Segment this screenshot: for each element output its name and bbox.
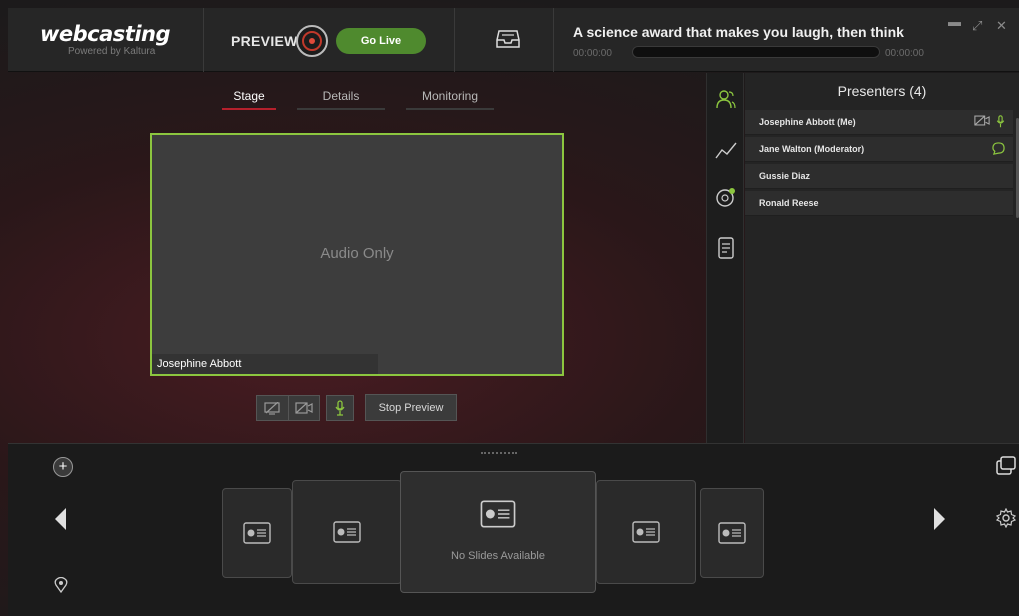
camera-off-icon[interactable] xyxy=(287,396,319,420)
next-slide-icon[interactable] xyxy=(934,508,945,530)
stage-video-area: Audio Only Josephine Abbott xyxy=(150,133,564,376)
mic-icon[interactable] xyxy=(996,115,1005,128)
presenter-name-tag: Josephine Abbott xyxy=(152,354,378,374)
logo-subtitle: Powered by Kaltura xyxy=(68,46,156,57)
side-icon-strip xyxy=(706,73,744,443)
chat-icon[interactable] xyxy=(715,187,737,209)
presenter-row[interactable]: Ronald Reese xyxy=(745,191,1013,216)
webcasting-app: webcasting Powered by Kaltura PREVIEW Go… xyxy=(0,0,1019,616)
close-icon[interactable]: ✕ xyxy=(996,18,1007,34)
presenters-title: Presenters (4) xyxy=(837,83,927,99)
header-divider xyxy=(553,8,554,72)
mic-icon[interactable] xyxy=(326,395,354,421)
camera-off-icon[interactable] xyxy=(974,115,990,126)
slide-thumbnail[interactable] xyxy=(596,480,696,584)
audio-only-label: Audio Only xyxy=(320,245,394,262)
settings-icon[interactable] xyxy=(996,508,1016,528)
preview-label: PREVIEW xyxy=(231,33,298,49)
presenter-name: Ronald Reese xyxy=(759,198,819,208)
analytics-icon[interactable] xyxy=(715,139,737,161)
slide-placeholder-icon xyxy=(718,522,746,544)
slide-current[interactable]: No Slides Available xyxy=(400,471,596,593)
event-progress-bar xyxy=(632,46,880,58)
screen-share-off-icon[interactable] xyxy=(257,396,288,420)
presenter-row[interactable]: Gussie Diaz xyxy=(745,164,1013,189)
header-divider xyxy=(454,8,455,72)
expand-icon[interactable]: ⤢ xyxy=(972,18,982,34)
minimize-icon[interactable]: ▬ xyxy=(948,14,961,29)
presenter-row[interactable]: Jane Walton (Moderator) xyxy=(745,137,1013,162)
presenter-row[interactable]: Josephine Abbott (Me) xyxy=(745,110,1013,135)
slide-placeholder-icon xyxy=(632,521,660,543)
tab-monitoring[interactable]: Monitoring xyxy=(406,89,494,109)
resize-handle[interactable] xyxy=(481,452,517,454)
presenters-icon[interactable] xyxy=(715,88,737,110)
slide-placeholder-icon xyxy=(480,500,516,528)
previous-slide-icon[interactable] xyxy=(55,508,66,530)
go-live-button[interactable]: Go Live xyxy=(336,28,426,54)
location-pin-icon[interactable] xyxy=(54,577,68,593)
tab-stage[interactable]: Stage xyxy=(222,89,276,109)
notes-icon[interactable] xyxy=(715,237,737,259)
tab-underline xyxy=(406,108,494,110)
inbox-icon[interactable] xyxy=(496,29,520,49)
presenter-name: Jane Walton (Moderator) xyxy=(759,144,865,154)
header-divider xyxy=(203,8,204,72)
slide-placeholder-icon xyxy=(243,522,271,544)
stop-preview-button[interactable]: Stop Preview xyxy=(365,394,457,421)
header-bar: webcasting Powered by Kaltura PREVIEW Go… xyxy=(8,8,1019,72)
broadcast-icon xyxy=(296,25,328,57)
slide-thumbnail[interactable] xyxy=(292,480,402,584)
chat-bubble-icon[interactable] xyxy=(992,142,1005,155)
logo: webcasting xyxy=(40,22,171,46)
tab-details[interactable]: Details xyxy=(297,89,385,109)
presenter-name: Gussie Diaz xyxy=(759,171,811,181)
tab-indicator xyxy=(222,108,276,110)
presenter-name: Josephine Abbott (Me) xyxy=(759,117,856,127)
slide-thumbnail[interactable] xyxy=(222,488,292,578)
tab-underline xyxy=(297,108,385,110)
slide-placeholder-icon xyxy=(333,521,361,543)
event-title: A science award that makes you laugh, th… xyxy=(573,24,904,40)
time-elapsed: 00:00:00 xyxy=(573,48,612,59)
presenters-panel: Presenters (4) Josephine Abbott (Me) Jan… xyxy=(745,73,1019,443)
add-slide-button[interactable]: + xyxy=(53,457,73,477)
layout-icon[interactable] xyxy=(996,456,1016,476)
time-total: 00:00:00 xyxy=(885,48,924,59)
slide-thumbnail[interactable] xyxy=(700,488,764,578)
no-slides-label: No Slides Available xyxy=(451,550,545,562)
media-toggle-group xyxy=(256,395,320,421)
